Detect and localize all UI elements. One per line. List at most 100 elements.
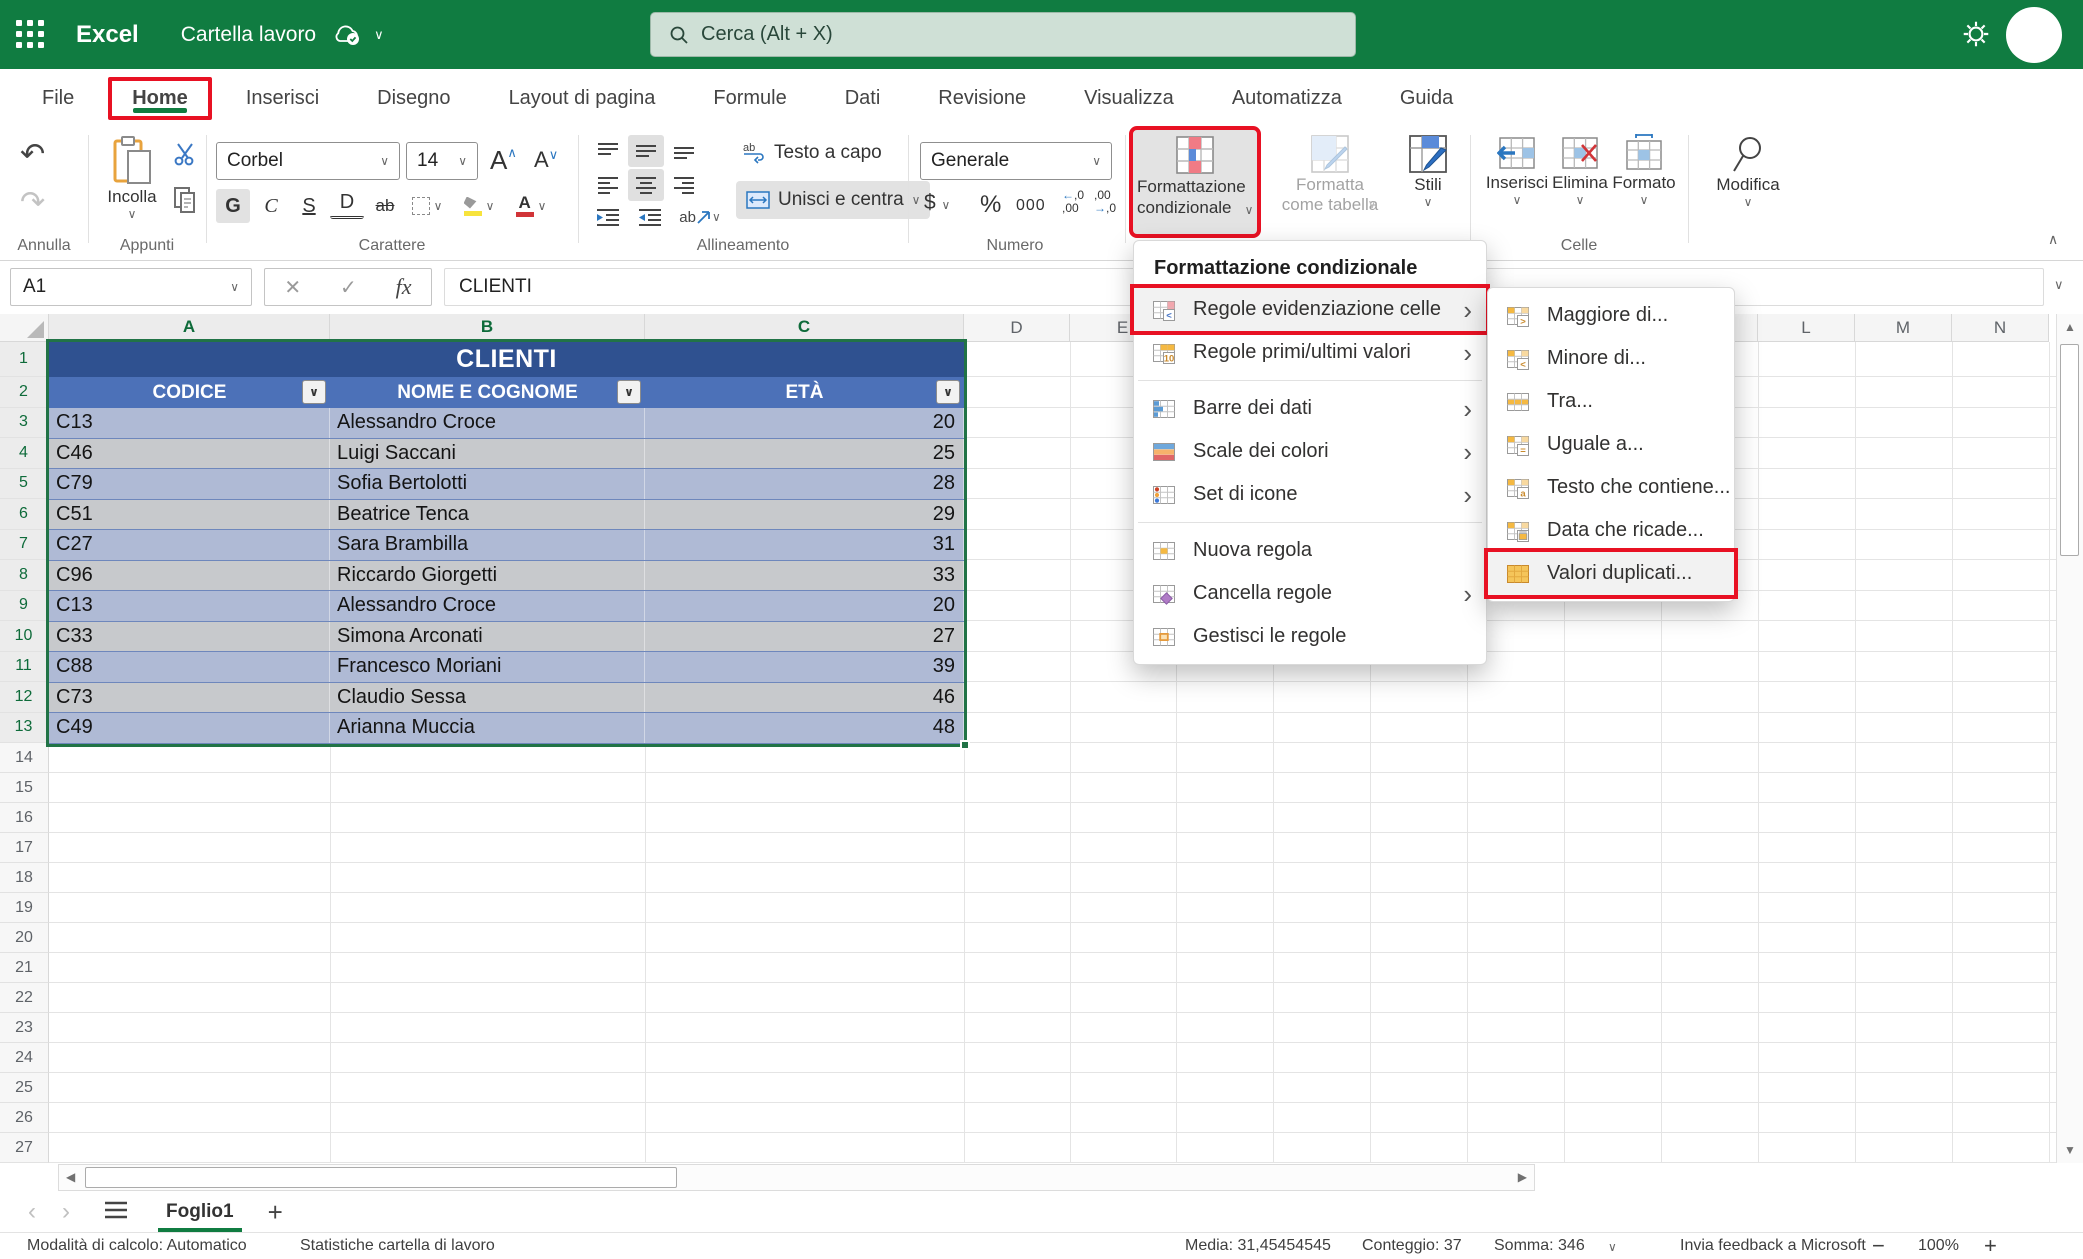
row-header-3[interactable]: 3 (0, 408, 49, 439)
row-header-9[interactable]: 9 (0, 591, 49, 622)
add-sheet-button[interactable]: + (268, 1197, 283, 1228)
menu-item-maggiore-di[interactable]: >Maggiore di... (1488, 294, 1734, 337)
menu-item-tra[interactable]: Tra... (1488, 380, 1734, 423)
row-header-16[interactable]: 16 (0, 803, 49, 833)
menu-item-regole-primi-ultimi-valori[interactable]: 10Regole primi/ultimi valori› (1134, 331, 1486, 374)
underline-button[interactable]: S (292, 189, 326, 223)
font-family-select[interactable]: Corbel∨ (216, 142, 400, 180)
row-header-4[interactable]: 4 (0, 438, 49, 469)
col-header-a[interactable]: A (49, 314, 330, 342)
cell[interactable]: C88 (49, 652, 330, 682)
row-header-1[interactable]: 1 (0, 342, 49, 377)
prev-sheet-icon[interactable]: ‹ (28, 1198, 36, 1226)
cell[interactable]: 25 (645, 439, 964, 469)
merge-center-button[interactable]: Unisci e centra ∨ (736, 181, 930, 219)
cell[interactable]: 46 (645, 683, 964, 713)
cell[interactable]: Sara Brambilla (330, 530, 645, 560)
menu-item-set-di-icone[interactable]: Set di icone› (1134, 473, 1486, 516)
cell[interactable]: C33 (49, 622, 330, 652)
cell[interactable]: Claudio Sessa (330, 683, 645, 713)
table-header-nome-e-cognome[interactable]: NOME E COGNOME∨ (330, 377, 645, 408)
vertical-scrollbar[interactable]: ▲ ▼ (2056, 314, 2083, 1163)
workbook-stats-button[interactable]: Statistiche cartella di lavoro (300, 1237, 495, 1255)
tab-disegno[interactable]: Disegno (353, 77, 474, 120)
row-header-6[interactable]: 6 (0, 499, 49, 530)
menu-item-minore-di[interactable]: <Minore di... (1488, 337, 1734, 380)
table-title-cell[interactable]: CLIENTI (49, 342, 964, 377)
tab-home[interactable]: Home (108, 77, 212, 120)
cell[interactable]: Simona Arconati (330, 622, 645, 652)
col-header-m[interactable]: M (1855, 314, 1952, 342)
row-header-17[interactable]: 17 (0, 833, 49, 863)
align-left-button[interactable] (590, 169, 626, 201)
cell[interactable]: 20 (645, 408, 964, 438)
paste-button[interactable]: Incolla ∨ (96, 135, 168, 221)
insert-cells-button[interactable]: Inserisci ∨ (1486, 133, 1548, 207)
enter-icon[interactable]: ✓ (340, 275, 357, 300)
row-header-11[interactable]: 11 (0, 652, 49, 683)
menu-item-regole-evidenziazione-celle[interactable]: <Regole evidenziazione celle› (1134, 288, 1486, 331)
currency-format-button[interactable]: $ ∨ (924, 191, 950, 215)
horizontal-scrollbar[interactable]: ◀ ▶ (58, 1164, 1535, 1191)
align-top-button[interactable] (590, 135, 626, 167)
row-header-2[interactable]: 2 (0, 377, 49, 408)
cell[interactable]: 27 (645, 622, 964, 652)
menu-item-gestisci-le-regole[interactable]: Gestisci le regole (1134, 615, 1486, 658)
scroll-up-icon[interactable]: ▲ (2064, 320, 2076, 334)
tab-layout-di-pagina[interactable]: Layout di pagina (485, 77, 680, 120)
cell[interactable]: Riccardo Giorgetti (330, 561, 645, 591)
format-cells-button[interactable]: Formato ∨ (1612, 133, 1676, 207)
decrease-font-button[interactable]: A∨ (534, 147, 558, 173)
cell[interactable]: 31 (645, 530, 964, 560)
font-size-select[interactable]: 14∨ (406, 142, 478, 180)
menu-item-valori-duplicati[interactable]: Valori duplicati... (1488, 552, 1734, 595)
cell[interactable]: C73 (49, 683, 330, 713)
row-header-27[interactable]: 27 (0, 1133, 49, 1163)
cancel-icon[interactable]: ✕ (284, 275, 301, 300)
all-sheets-icon[interactable] (104, 1201, 128, 1224)
cell[interactable]: Alessandro Croce (330, 591, 645, 621)
zoom-in-button[interactable]: + (1984, 1233, 1997, 1259)
row-header-12[interactable]: 12 (0, 682, 49, 713)
decrease-indent-button[interactable] (590, 201, 626, 233)
tab-inserisci[interactable]: Inserisci (222, 77, 343, 120)
increase-font-button[interactable]: A∧ (490, 145, 517, 176)
menu-item-scale-dei-colori[interactable]: Scale dei colori› (1134, 430, 1486, 473)
cell[interactable]: Francesco Moriani (330, 652, 645, 682)
menu-item-cancella-regole[interactable]: Cancella regole› (1134, 572, 1486, 615)
scroll-left-icon[interactable]: ◀ (66, 1170, 75, 1184)
borders-button[interactable]: ∨ (410, 189, 444, 223)
align-bottom-button[interactable] (666, 135, 702, 167)
row-header-20[interactable]: 20 (0, 923, 49, 953)
feedback-link[interactable]: Invia feedback a Microsoft (1680, 1237, 1866, 1255)
cell[interactable]: 29 (645, 500, 964, 530)
filter-chevron-icon[interactable]: ∨ (936, 380, 960, 404)
horizontal-scroll-thumb[interactable] (85, 1167, 677, 1188)
cell[interactable]: 39 (645, 652, 964, 682)
app-launcher-waffle-icon[interactable] (16, 20, 46, 50)
undo-icon[interactable]: ↶ (20, 137, 45, 172)
tab-dati[interactable]: Dati (821, 77, 905, 120)
editing-button[interactable]: Modifica ∨ (1706, 133, 1790, 209)
menu-item-uguale-a[interactable]: =Uguale a... (1488, 423, 1734, 466)
cell[interactable]: C51 (49, 500, 330, 530)
align-middle-button[interactable] (628, 135, 664, 167)
align-center-button[interactable] (628, 169, 664, 201)
row-header-5[interactable]: 5 (0, 469, 49, 500)
search-input[interactable]: Cerca (Alt + X) (650, 12, 1356, 57)
vertical-scroll-thumb[interactable] (2060, 344, 2079, 556)
wrap-text-button[interactable]: ab Testo a capo (742, 141, 882, 165)
row-header-26[interactable]: 26 (0, 1103, 49, 1133)
cell[interactable]: Sofia Bertolotti (330, 469, 645, 499)
calc-mode-status[interactable]: Modalità di calcolo: Automatico (27, 1237, 247, 1255)
avatar[interactable] (2006, 7, 2062, 63)
fill-color-button[interactable]: ∨ (462, 189, 496, 223)
increase-decimal-button[interactable]: ←,0,00 (1062, 189, 1084, 215)
row-header-22[interactable]: 22 (0, 983, 49, 1013)
text-orientation-button[interactable]: ab∨ (674, 201, 726, 233)
filter-chevron-icon[interactable]: ∨ (617, 380, 641, 404)
menu-item-barre-dei-dati[interactable]: Barre dei dati› (1134, 387, 1486, 430)
tab-formule[interactable]: Formule (689, 77, 810, 120)
zoom-level[interactable]: 100% (1918, 1237, 1959, 1255)
cell[interactable]: Arianna Muccia (330, 713, 645, 743)
